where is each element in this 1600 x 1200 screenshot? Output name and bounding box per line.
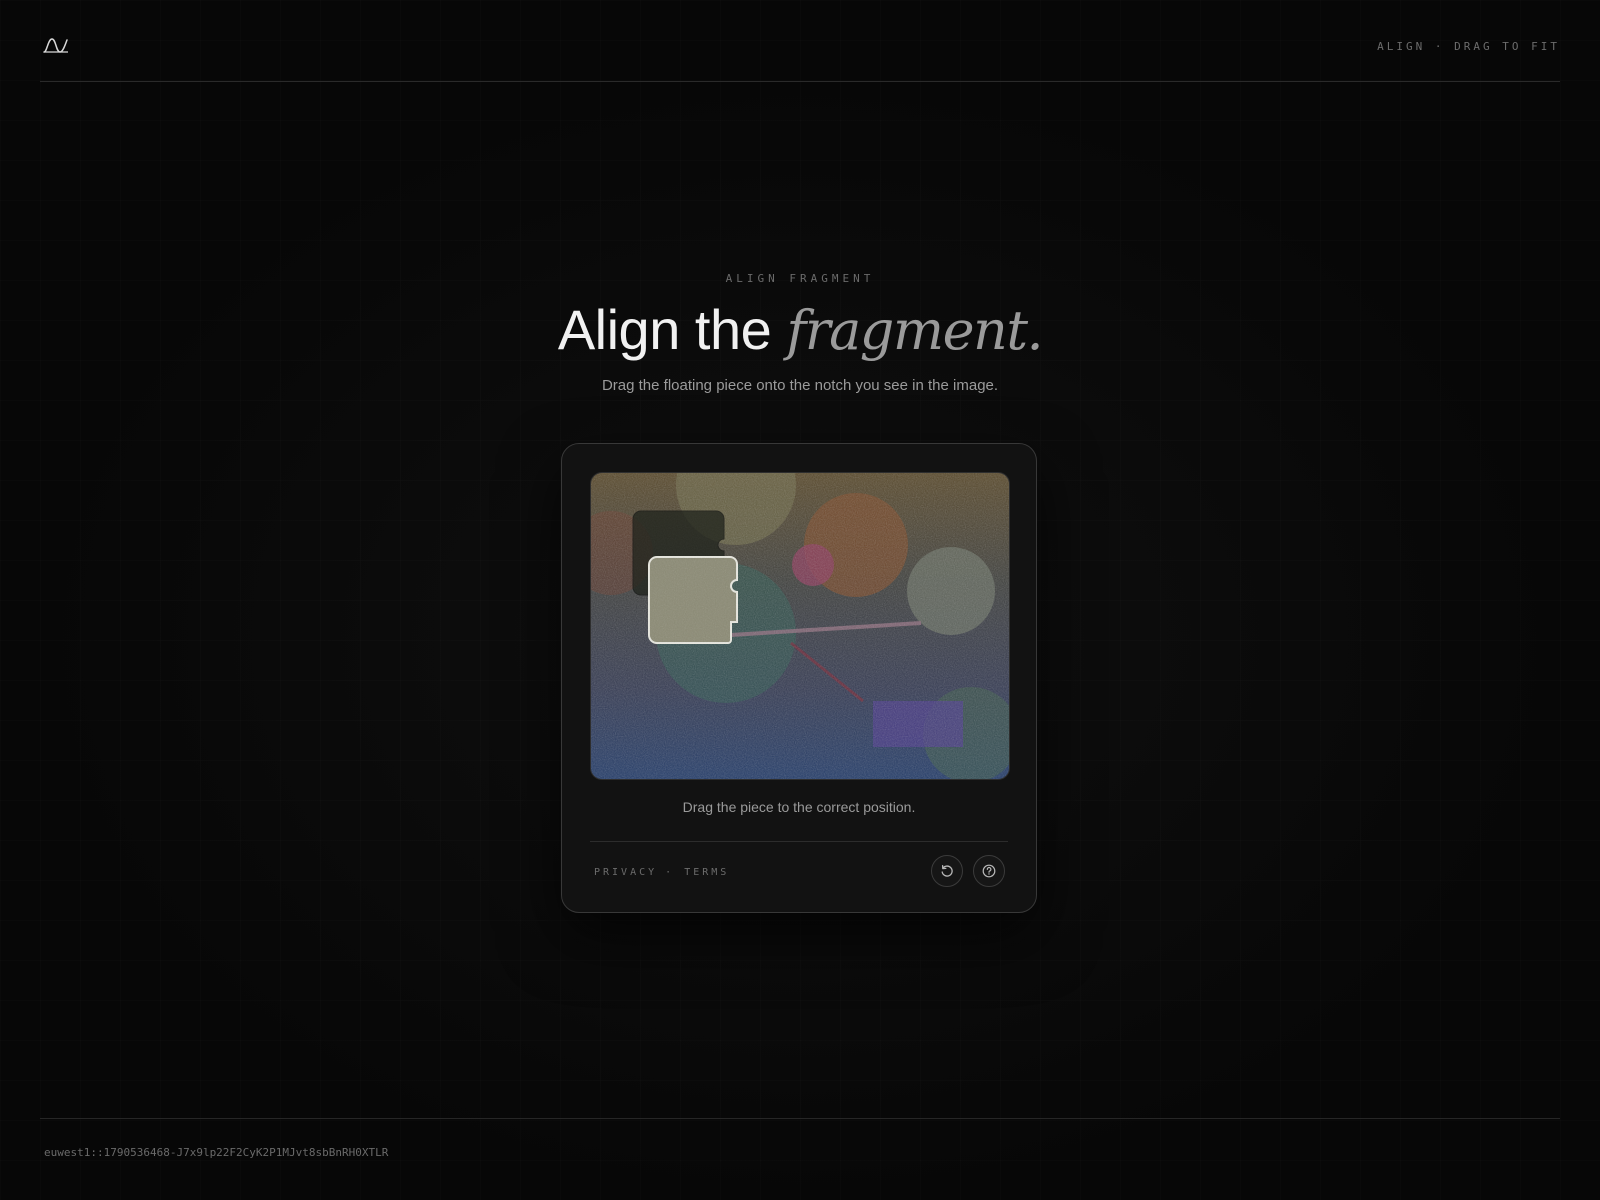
link-separator: · [665,867,675,878]
title-main: Align the [557,298,787,361]
page: ALIGN · DRAG TO FIT ALIGN FRAGMENT Align… [0,0,1600,1200]
footer-divider [40,1118,1560,1119]
help-icon [982,864,996,878]
status-text: Drag the piece to the correct position. [682,799,916,815]
puzzle-image [590,472,1010,780]
card-divider [590,841,1008,842]
privacy-link[interactable]: PRIVACY [594,867,657,878]
logo-icon [43,38,68,53]
hero: ALIGN FRAGMENT Align the fragment. Drag … [0,272,1600,394]
puzzle-canvas [591,473,1009,779]
terms-link[interactable]: TERMS [684,867,729,878]
card-footer-links: PRIVACY · TERMS [594,867,729,878]
page-title: Align the fragment. [0,298,1600,363]
draggable-piece[interactable] [648,556,738,644]
title-accent: fragment. [786,299,1043,362]
header-caption: ALIGN · DRAG TO FIT [1377,40,1560,53]
page-subtitle: Drag the floating piece onto the notch y… [601,377,999,394]
refresh-icon [941,864,953,877]
captcha-card: Drag the piece to the correct position. … [561,443,1037,913]
eyebrow: ALIGN FRAGMENT [725,272,875,285]
session-id: euwest1::1790536468-J7x9lp22F2CyK2P1MJvt… [44,1146,389,1159]
header: ALIGN · DRAG TO FIT [40,0,1560,82]
refresh-button[interactable] [931,855,963,887]
help-button[interactable] [973,855,1005,887]
